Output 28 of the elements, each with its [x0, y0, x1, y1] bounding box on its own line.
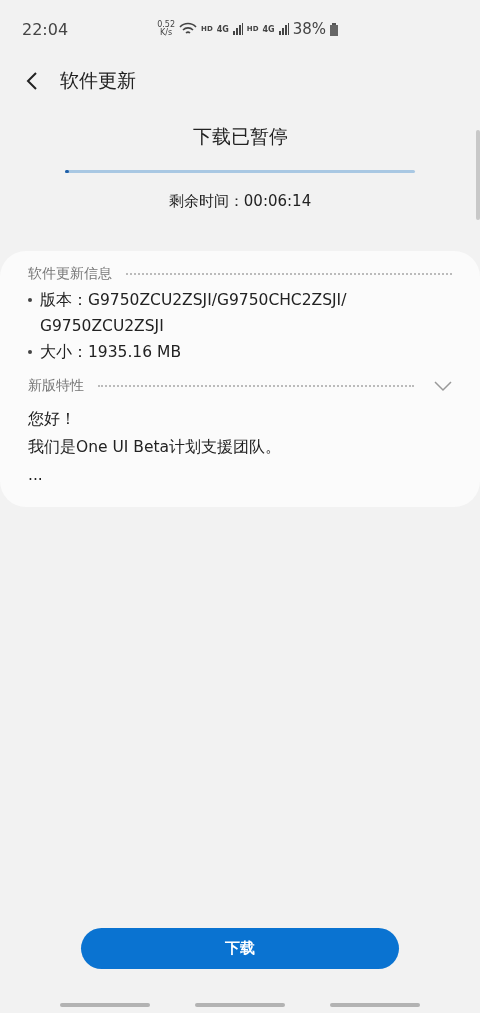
section-heading: 新版特性 [28, 377, 84, 395]
battery-percent: 38% [292, 20, 326, 38]
info-item: 大小：1935.16 MB [40, 342, 182, 363]
signal-icon [232, 23, 243, 35]
feature-text: 您好！ [28, 409, 77, 430]
nav-bar[interactable] [60, 1003, 150, 1007]
feature-text: 我们是One UI Beta计划支援团队。 [28, 437, 283, 458]
section-heading: 软件更新信息 [28, 265, 112, 283]
bullet-icon [28, 298, 32, 302]
nav-bar[interactable] [195, 1003, 285, 1007]
bullet-icon [28, 350, 32, 354]
wifi-icon [179, 22, 198, 36]
remaining-time: 剩余时间：00:06:14 [168, 192, 312, 211]
feature-text: ... [28, 465, 44, 486]
download-status: 下载已暂停 [192, 124, 288, 149]
status-time: 22:04 [22, 19, 69, 39]
network-speed: 0.52 [157, 21, 176, 29]
network-label: 4G [216, 24, 229, 34]
page-title: 软件更新 [60, 68, 136, 93]
network-label: 4G [262, 24, 275, 34]
chevron-icon[interactable] [434, 380, 452, 392]
battery-icon [330, 22, 338, 36]
back-icon[interactable] [24, 71, 40, 91]
speed-unit: K/s [160, 29, 173, 37]
download-button[interactable]: 下载 [81, 928, 399, 969]
info-item: 版本：G9750ZCU2ZSJI/G9750CHC2ZSJI/ G9750ZCU2ZSJI [40, 290, 348, 337]
nav-bar[interactable] [330, 1003, 420, 1007]
signal-icon [278, 23, 289, 35]
